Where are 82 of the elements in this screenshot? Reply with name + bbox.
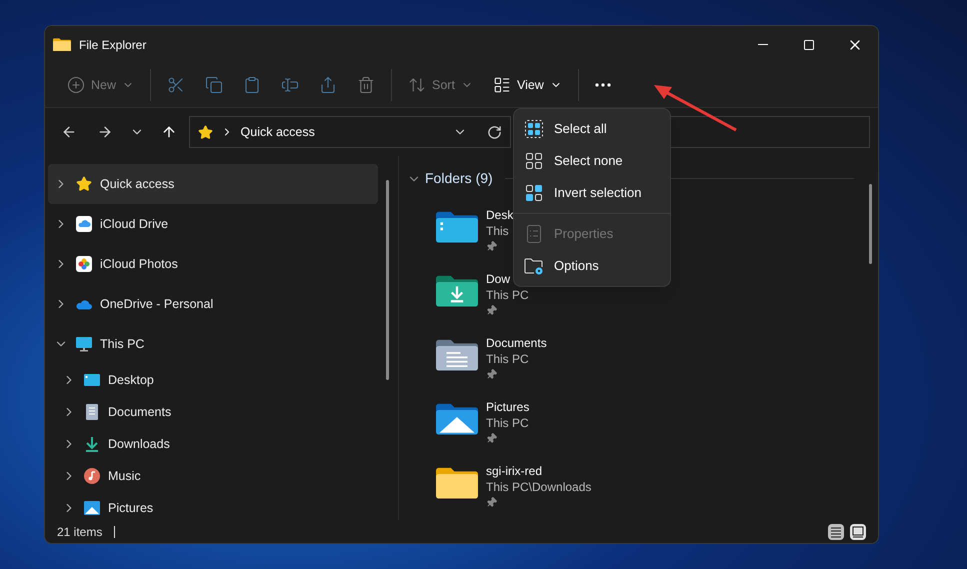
folder-location: This PC [486, 287, 529, 303]
folder-icon [436, 403, 478, 434]
forward-arrow-icon [96, 124, 113, 140]
folder-location: This PC [486, 415, 530, 431]
list-icon [492, 76, 511, 94]
folder-location: This PC [486, 351, 530, 367]
menu-item[interactable]: Options [514, 250, 670, 282]
scrollbar[interactable] [869, 184, 872, 264]
nav-item[interactable]: Downloads [48, 428, 378, 460]
grid-icon [525, 152, 543, 170]
folder-name[interactable]: Desk [486, 207, 514, 223]
star-icon [198, 124, 213, 140]
nav-item-label: Documents [108, 404, 172, 421]
folder-icon [436, 275, 478, 306]
star-icon [76, 176, 92, 192]
plus-icon [67, 76, 85, 94]
nav-item[interactable]: This PC [48, 324, 378, 364]
clipboard-icon [243, 76, 262, 94]
item-count: 21 items [57, 524, 102, 540]
minimize-icon [758, 44, 768, 45]
view-button[interactable]: View [482, 69, 572, 101]
nav-item[interactable]: Pictures [48, 492, 378, 524]
nav-item-label: Desktop [108, 372, 154, 389]
refresh-icon[interactable] [487, 124, 502, 140]
share-icon [319, 76, 338, 94]
cloud-icon [76, 216, 92, 232]
desktop-icon [84, 374, 100, 386]
nav-item-label: Quick access [100, 176, 174, 193]
address-bar[interactable]: Quick access [188, 116, 512, 148]
nav-item[interactable]: OneDrive - Personal [48, 284, 378, 324]
nav-item[interactable]: Music [48, 460, 378, 492]
back-arrow-icon [60, 124, 77, 140]
folder-name[interactable]: sgi-irix-red [486, 463, 592, 479]
invert-selection-icon [525, 184, 543, 202]
more-icon [594, 83, 611, 87]
maximize-icon [803, 38, 815, 50]
folder-icon [436, 339, 478, 370]
nav-item-label: Downloads [108, 436, 170, 453]
tiles-view-button[interactable] [850, 524, 866, 540]
folder-icon [436, 211, 478, 242]
folder-icon [53, 38, 71, 52]
document-icon [86, 404, 98, 420]
group-header: Folders (9) [425, 169, 493, 188]
details-view-icon [830, 526, 842, 538]
nav-item[interactable]: Quick access [48, 164, 378, 204]
music-icon [84, 468, 100, 484]
menu-item[interactable]: Invert selection [514, 177, 670, 209]
select-all-icon [525, 120, 543, 138]
details-view-button[interactable] [828, 524, 844, 540]
nav-item-label: OneDrive - Personal [100, 296, 214, 313]
cloud-icon [76, 298, 92, 310]
folder-icon [436, 467, 478, 498]
nav-item-label: iCloud Photos [100, 256, 178, 273]
download-icon [85, 436, 99, 452]
nav-item[interactable]: iCloud Photos [48, 244, 378, 284]
nav-item[interactable]: Desktop [48, 364, 378, 396]
nav-item-label: Pictures [108, 500, 154, 517]
folder-gear-icon [524, 257, 544, 275]
folder-location: This [486, 223, 510, 239]
address-text: Quick access [240, 124, 315, 141]
scrollbar[interactable] [386, 180, 389, 380]
flower-icon [76, 256, 92, 272]
sort-icon [408, 76, 426, 94]
trash-icon [357, 76, 376, 94]
menu-item[interactable]: Select all [514, 113, 670, 145]
window-title: File Explorer [79, 36, 146, 54]
folder-location: This PC\Downloads [486, 479, 592, 495]
nav-item[interactable]: Documents [48, 396, 378, 428]
scissors-icon [167, 76, 186, 94]
copy-icon [205, 76, 224, 94]
nav-item-label: Music [108, 468, 141, 485]
folder-name[interactable]: Pictures [486, 399, 530, 415]
tiles-view-icon [852, 526, 864, 538]
nav-item-label: iCloud Drive [100, 216, 168, 233]
properties-icon [527, 225, 541, 243]
nav-item-label: This PC [100, 336, 144, 353]
monitor-icon [76, 336, 92, 352]
rename-icon [281, 76, 300, 94]
picture-icon [84, 501, 100, 515]
nav-item[interactable]: iCloud Drive [48, 204, 378, 244]
folder-name[interactable]: Documents [486, 335, 547, 351]
menu-item[interactable]: Select none [514, 145, 670, 177]
